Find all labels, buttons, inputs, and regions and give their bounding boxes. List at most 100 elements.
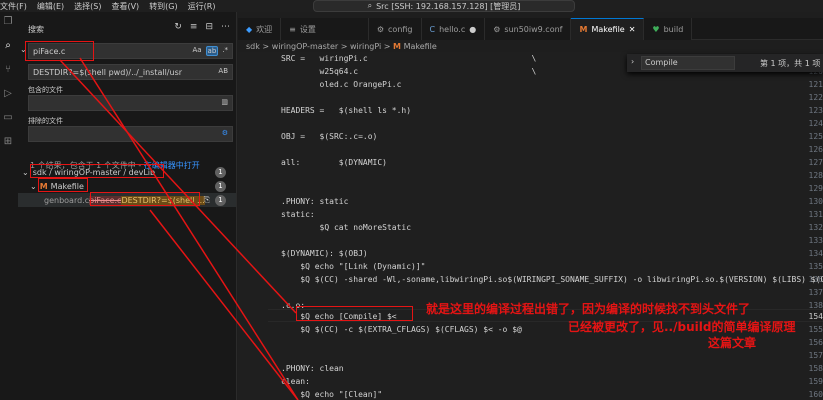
menu-item[interactable]: 查看(V) xyxy=(111,1,139,12)
code-line[interactable]: $(DYNAMIC): $(OBJ) xyxy=(281,249,368,258)
code-line[interactable]: $Q echo "[Link (Dynamic)]" xyxy=(281,262,425,271)
regex-icon[interactable]: .* xyxy=(221,46,229,56)
code-line[interactable]: $Q cat noMoreStatic xyxy=(281,223,412,232)
annotation-text-line3: 这篇文章 xyxy=(708,336,757,350)
line-number: 129 xyxy=(808,184,823,193)
breadcrumb-item[interactable]: sdk xyxy=(246,42,260,51)
line-number: 125 xyxy=(808,132,823,141)
chevron-down-icon: ⌄ xyxy=(22,167,29,177)
tab-settings[interactable]: ≡ 设置 xyxy=(281,18,369,40)
clear-results-icon[interactable]: ≡ xyxy=(190,22,198,32)
search-sidebar: 搜索 ↻ ≡ ⊟ ⋯ ⌄ piFace.c Aa ab .* DESTDIR?=… xyxy=(18,12,237,400)
match-whole-word-icon[interactable]: ab xyxy=(205,46,219,56)
code-line[interactable]: w25q64.c \ xyxy=(281,67,537,76)
activity-bar: ❐ ⌕ ⑂ ▷ ▭ ⊞ xyxy=(0,12,18,400)
code-line[interactable]: $Q $(CC) -shared -Wl,-soname,libwiringPi… xyxy=(281,275,823,284)
code-line[interactable]: $Q $(CC) -c $(EXTRA_CFLAGS) $(CFLAGS) $<… xyxy=(281,325,522,334)
source-control-icon[interactable]: ⑂ xyxy=(2,64,14,76)
find-input[interactable]: Compile xyxy=(641,56,735,70)
gear-icon: ⚙ xyxy=(376,24,385,34)
tab-config[interactable]: ⚙ config xyxy=(368,18,422,40)
breadcrumb-item[interactable]: Makefile xyxy=(404,42,437,51)
replace-input[interactable]: DESTDIR?=$(shell pwd)/../_install/usr AB xyxy=(28,64,233,80)
line-number: 126 xyxy=(808,145,823,154)
tab-label: config xyxy=(388,24,413,34)
code-line[interactable]: clean: xyxy=(281,377,310,386)
sidebar-title: 搜索 xyxy=(28,25,44,34)
code-line[interactable]: OBJ = $(SRC:.c=.o) xyxy=(281,132,377,141)
close-icon[interactable]: ✕ xyxy=(629,25,636,34)
line-number: 160 xyxy=(808,390,823,399)
menu-item[interactable]: 运行(R) xyxy=(188,1,216,12)
tab-build[interactable]: ♥ build xyxy=(644,18,693,40)
tab-label: 设置 xyxy=(299,24,316,34)
editor-tabs: ◆ 欢迎 ≡ 设置 ⚙ config Chello.c ● ⚙ sun50iw9.conf… xyxy=(238,18,823,40)
line-number: 133 xyxy=(808,236,823,245)
extensions-icon[interactable]: ⊞ xyxy=(2,136,14,148)
line-number: 132 xyxy=(808,223,823,232)
exclude-input[interactable]: ⚙ xyxy=(28,126,233,142)
modified-dot-icon[interactable]: ● xyxy=(469,25,476,34)
gear-icon: ≡ xyxy=(289,24,296,34)
line-number: 155 xyxy=(808,325,823,334)
code-line[interactable]: oled.c OrangePi.c xyxy=(281,80,402,89)
line-number: 128 xyxy=(808,171,823,180)
code-line[interactable]: static: xyxy=(281,210,315,219)
line-number: 134 xyxy=(808,249,823,258)
remote-explorer-icon[interactable]: ▭ xyxy=(2,112,14,124)
match-case-icon[interactable]: Aa xyxy=(191,46,202,56)
line-number: 131 xyxy=(808,210,823,219)
tab-sun50iw9-conf[interactable]: ⚙ sun50iw9.conf xyxy=(485,18,572,40)
tab-label: build xyxy=(663,24,684,34)
breadcrumb-item[interactable]: wiringPi xyxy=(350,42,381,51)
run-debug-icon[interactable]: ▷ xyxy=(2,88,14,100)
preserve-case-icon[interactable]: AB xyxy=(217,67,229,75)
code-line[interactable]: HEADERS = $(shell ls *.h) xyxy=(281,106,411,115)
search-icon: ⌕ xyxy=(367,1,373,10)
refresh-icon[interactable]: ↻ xyxy=(174,22,182,32)
replace-icon[interactable]: ⎘ xyxy=(204,195,210,205)
sidebar-toolbar: ↻ ≡ ⊟ ⋯ xyxy=(174,22,230,32)
line-number: 123 xyxy=(808,106,823,115)
include-options: ▥ xyxy=(220,98,229,106)
menu-item[interactable]: 文件(F) xyxy=(0,1,27,12)
code-line[interactable]: $Q echo "[Clean]" xyxy=(281,390,382,399)
chevron-right-icon[interactable]: › xyxy=(631,57,634,66)
menu-item[interactable]: 转到(G) xyxy=(149,1,177,12)
explorer-icon[interactable]: ❐ xyxy=(2,16,14,28)
collapse-all-icon[interactable]: ⊟ xyxy=(205,22,213,32)
gear-icon: ⚙ xyxy=(493,24,501,34)
command-center-search[interactable]: ⌕ Src [SSH: 192.168.157.128] [管理员] xyxy=(313,0,575,12)
chevron-down-icon: ⌄ xyxy=(30,181,37,191)
c-icon: C xyxy=(429,24,436,34)
code-line[interactable]: .PHONY: clean xyxy=(281,364,344,373)
tab-label: hello.c xyxy=(439,24,466,34)
vscode-window: 文件(F) 编辑(E) 选择(S) 查看(V) 转到(G) 运行(R) ⌕ Src [SS… xyxy=(0,0,823,400)
code-line[interactable]: SRC = wiringPi.c \ xyxy=(281,54,536,63)
line-number: 121 xyxy=(808,80,823,89)
line-number: 127 xyxy=(808,158,823,167)
search-icon[interactable]: ⌕ xyxy=(2,40,14,52)
line-number: 154 xyxy=(808,312,823,321)
annotation-box-replace xyxy=(90,192,200,206)
line-number: 135 xyxy=(808,262,823,271)
annotation-box-compile xyxy=(296,306,413,321)
breadcrumb-item[interactable]: wiringOP-master xyxy=(272,42,338,51)
code-line[interactable]: all: $(DYNAMIC) xyxy=(281,158,387,167)
match-prefix: genboard.c xyxy=(44,195,90,205)
tab-label: sun50iw9.conf xyxy=(504,24,563,34)
include-label: 包含的文件 xyxy=(28,86,63,94)
code-line[interactable]: .PHONY: static xyxy=(281,197,348,206)
more-actions-icon[interactable]: ⋯ xyxy=(221,22,230,32)
breadcrumb: sdk > wiringOP-master > wiringPi > M Mak… xyxy=(246,42,437,51)
tab-hello-c[interactable]: Chello.c ● xyxy=(421,18,486,40)
include-input[interactable]: ▥ xyxy=(28,95,233,111)
tab-welcome[interactable]: ◆ 欢迎 xyxy=(238,18,282,40)
menu-item[interactable]: 选择(S) xyxy=(74,1,101,12)
menu-item[interactable]: 编辑(E) xyxy=(37,1,64,12)
tab-makefile[interactable]: M Makefile ✕ xyxy=(571,18,645,40)
line-number: 122 xyxy=(808,93,823,102)
use-exclude-settings-icon[interactable]: ⚙ xyxy=(221,129,229,137)
open-editors-icon[interactable]: ▥ xyxy=(220,98,229,106)
exclude-options: ⚙ xyxy=(221,129,229,137)
